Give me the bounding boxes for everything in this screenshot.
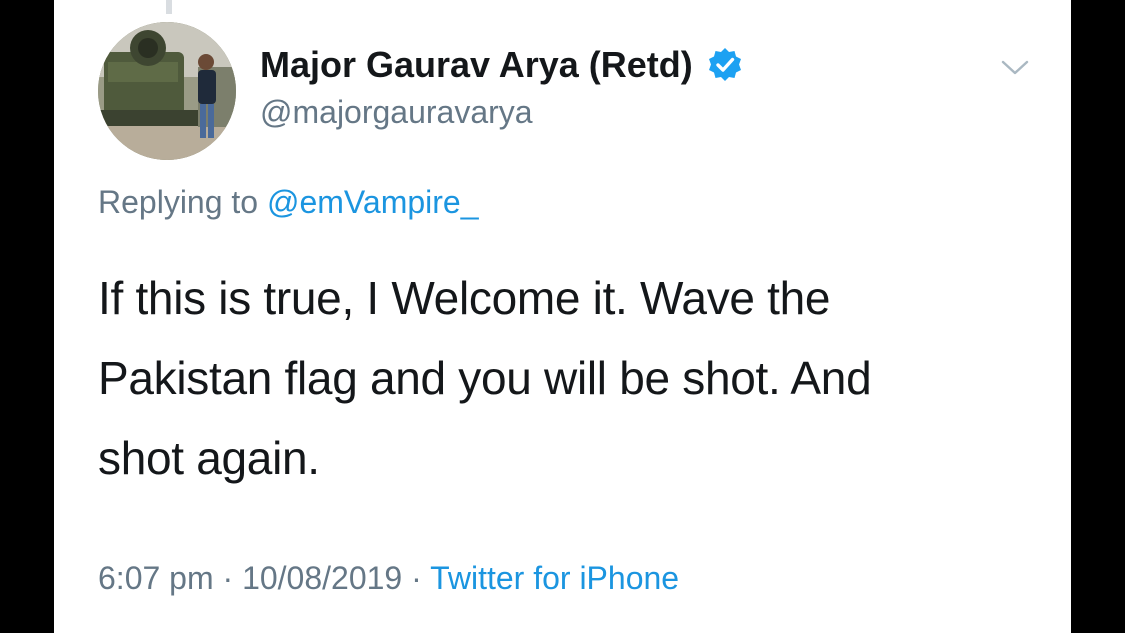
meta-separator: ·	[411, 560, 422, 596]
replying-to-prefix: Replying to	[98, 184, 259, 220]
tweet-metadata: 6:07 pm · 10/08/2019 · Twitter for iPhon…	[98, 560, 679, 597]
avatar[interactable]	[98, 22, 236, 160]
author-handle[interactable]: @majorgauravarya	[260, 94, 533, 131]
tweet-text-line: shot again.	[98, 432, 320, 484]
screenshot-frame: Major Gaurav Arya (Retd) @majorgauravary…	[0, 0, 1125, 633]
tweet-source-link[interactable]: Twitter for iPhone	[430, 560, 679, 596]
thread-connector-line	[166, 0, 172, 14]
verified-badge-icon	[708, 48, 741, 81]
tweet-card: Major Gaurav Arya (Retd) @majorgauravary…	[54, 0, 1071, 633]
author-display-name[interactable]: Major Gaurav Arya (Retd)	[260, 44, 693, 86]
tweet-text: If this is true, I Welcome it. Wave the …	[98, 258, 1048, 498]
tweet-text-line: Pakistan flag and you will be shot. And	[98, 352, 872, 404]
reply-mention-link[interactable]: @emVampire_	[267, 184, 479, 220]
avatar-photo-icon	[98, 22, 236, 160]
tweet-time[interactable]: 6:07 pm	[98, 560, 214, 596]
tweet-date[interactable]: 10/08/2019	[242, 560, 402, 596]
author-name-row[interactable]: Major Gaurav Arya (Retd)	[260, 40, 743, 90]
chevron-down-icon[interactable]	[1000, 58, 1030, 78]
meta-separator: ·	[222, 560, 234, 596]
replying-to-line: Replying to @emVampire_	[98, 184, 479, 221]
tweet-text-line: If this is true, I Welcome it. Wave the	[98, 272, 831, 324]
